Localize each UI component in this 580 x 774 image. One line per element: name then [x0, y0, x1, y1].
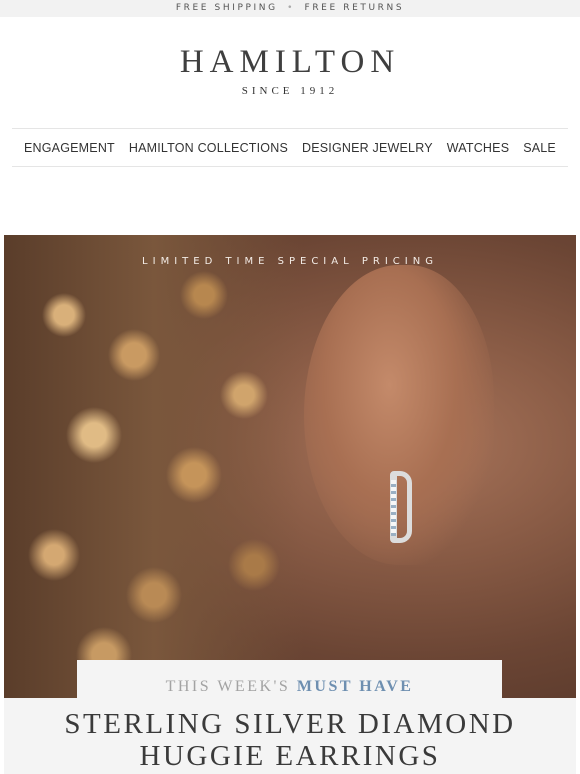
nav-item-hamilton-collections[interactable]: HAMILTON COLLECTIONS — [129, 141, 288, 155]
nav-item-sale[interactable]: SALE — [523, 141, 556, 155]
promo-headline: LIMITED TIME SPECIAL PRICING — [142, 256, 438, 267]
product-title-line-2: HUGGIE EARRINGS — [139, 740, 441, 772]
hero-image[interactable]: LIMITED TIME SPECIAL PRICING — [4, 235, 576, 698]
diamond-row — [391, 480, 396, 536]
nav-item-engagement[interactable]: ENGAGEMENT — [24, 141, 115, 155]
nav-item-designer-jewelry[interactable]: DESIGNER JEWELRY — [302, 141, 433, 155]
product-title[interactable]: STERLING SILVER DIAMOND HUGGIE EARRINGS — [0, 708, 580, 772]
shipping-banner: FREE SHIPPING • FREE RETURNS — [0, 0, 580, 17]
hair-photo-region — [4, 235, 304, 698]
product-title-line-1: STERLING SILVER DIAMOND — [64, 708, 516, 740]
brand-tagline: SINCE 1912 — [241, 85, 339, 97]
free-shipping-text: FREE SHIPPING — [175, 3, 278, 13]
feature-kicker-card: THIS WEEK'S MUST HAVE — [77, 660, 502, 698]
kicker-accent: MUST HAVE — [296, 678, 414, 695]
free-returns-text: FREE RETURNS — [304, 3, 405, 13]
banner-separator: • — [287, 3, 296, 13]
kicker-prefix: THIS WEEK'S — [165, 678, 291, 695]
nav-item-watches[interactable]: WATCHES — [447, 141, 510, 155]
brand-logo[interactable]: HAMILTON — [0, 44, 580, 81]
main-nav: ENGAGEMENT HAMILTON COLLECTIONS DESIGNER… — [12, 128, 568, 167]
feature-kicker: THIS WEEK'S MUST HAVE — [77, 678, 502, 696]
huggie-earring-image — [390, 471, 412, 543]
